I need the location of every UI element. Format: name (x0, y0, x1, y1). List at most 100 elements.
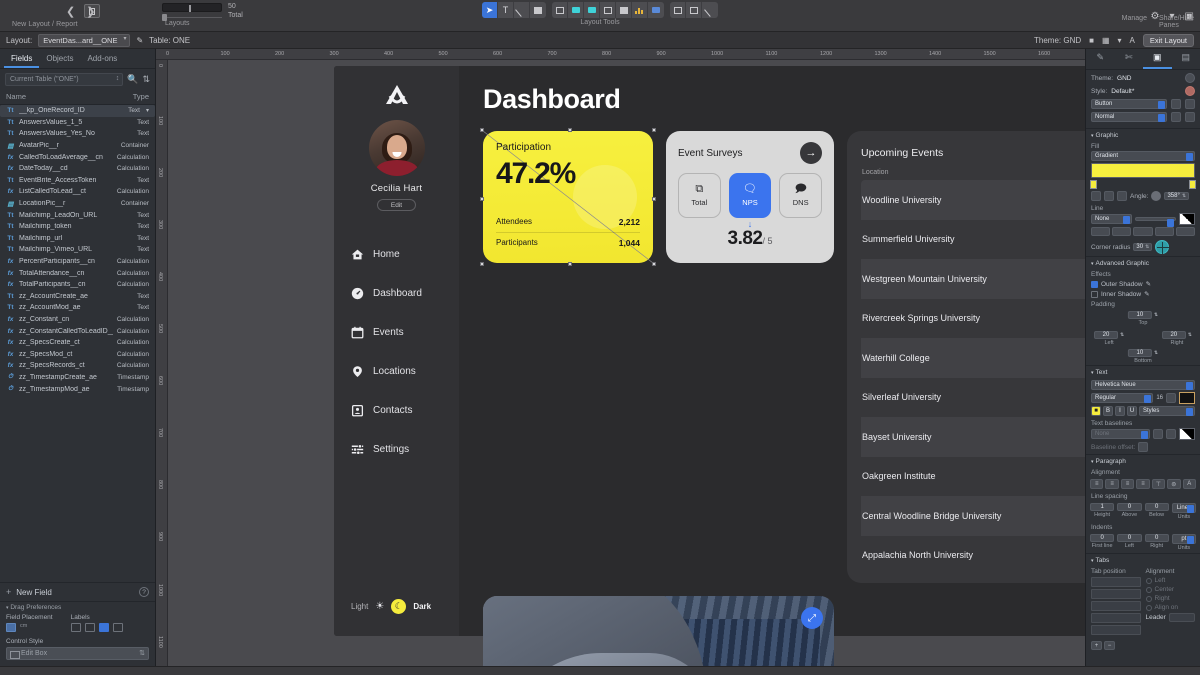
gradient-reverse-icon[interactable] (1117, 191, 1127, 201)
field-row[interactable]: fx TotalAttendance__cn Calculation (0, 267, 155, 279)
new-field-button[interactable]: + New Field ? (0, 583, 155, 601)
tabs-section-title[interactable]: ▾ Tabs (1086, 553, 1200, 566)
grid-chevron-icon[interactable]: ▾ (1118, 36, 1122, 45)
radio-icon[interactable] (1145, 577, 1152, 584)
line-height-input[interactable]: 1 (1090, 503, 1115, 511)
advanced-graphic-title[interactable]: ▾ Advanced Graphic (1086, 256, 1200, 269)
tab-position-row-1[interactable] (1091, 577, 1141, 587)
field-row[interactable]: fx zz_SpecsRecords_ct Calculation (0, 360, 155, 372)
field-row[interactable]: Tt Mailchimp_LeadOn_URL Text (0, 209, 155, 221)
gradient-stop-end[interactable] (1189, 180, 1196, 189)
field-row[interactable]: fx zz_ConstantCalledToLeadID__ct Calculati… (0, 325, 155, 337)
chart-tool-icon[interactable] (632, 2, 648, 18)
resize-handle-tl[interactable] (480, 128, 484, 132)
corner-radius-stepper[interactable]: 30 ⇅ (1133, 243, 1153, 251)
table-row[interactable]: Appalachia North University04/10 (861, 536, 1085, 576)
popover-tool-icon[interactable] (600, 2, 616, 18)
table-selector-dropdown[interactable]: Current Table ("ONE") (5, 73, 124, 86)
dashboard-nav[interactable]: Home Dashboard Events Locations Contacts Sett… (334, 235, 459, 469)
control-style-dropdown[interactable]: Edit Box (6, 647, 149, 660)
text-tool-icon[interactable]: T (498, 2, 514, 18)
graphic-section-title[interactable]: ▾ Graphic (1086, 128, 1200, 141)
font-size-value[interactable]: 16 (1156, 395, 1163, 401)
text-highlight-icon[interactable]: ■ (1091, 406, 1101, 416)
font-family-dropdown[interactable]: Helvetica Neue (1091, 380, 1195, 390)
line-style-dashed-icon[interactable] (1112, 227, 1132, 236)
object-state-dropdown[interactable]: Normal (1091, 112, 1167, 122)
format-painter-icon[interactable] (702, 2, 718, 18)
state2-next-icon[interactable] (1185, 112, 1195, 122)
line-width-dropdown[interactable] (1135, 217, 1176, 227)
events-feed-card[interactable]: ⤢ ← → Events Feed 4/12 (483, 596, 834, 666)
grid-toggle-icon[interactable]: ▦ (1102, 36, 1110, 45)
baseline-step-icon[interactable] (1166, 429, 1176, 439)
gradient-stops[interactable] (1090, 180, 1196, 189)
field-row[interactable]: Tt AnswersValues_Yes_No Text (0, 128, 155, 140)
field-row[interactable]: Tt zz_AccountCreate_ae Text (0, 291, 155, 303)
tab-styles[interactable]: ✄ (1115, 49, 1144, 69)
exit-layout-button[interactable]: Exit Layout (1142, 33, 1194, 47)
field-row[interactable]: Tt EventBrite_AccessToken Text (0, 175, 155, 187)
table-row[interactable]: Bayset University03/04 (861, 417, 1085, 457)
field-row[interactable]: fx CalledToLoadAverage__cn Calculation (0, 151, 155, 163)
outer-shadow-checkbox[interactable] (1091, 280, 1098, 288)
button-bar-tool-icon[interactable] (584, 2, 600, 18)
radio-icon[interactable] (1145, 604, 1152, 611)
field-row[interactable]: Tt __kp_OneRecord_ID Text ▾ (0, 105, 155, 117)
sidebar-item-contacts[interactable]: Contacts (351, 391, 459, 430)
theme-reset-icon[interactable] (1185, 73, 1195, 83)
padding-right-input[interactable]: 20 (1161, 331, 1186, 339)
label-none-icon[interactable] (70, 623, 81, 632)
gradient-stop-start[interactable] (1090, 180, 1097, 189)
expand-icon[interactable]: ⤢ (801, 607, 823, 629)
field-row[interactable]: fx zz_SpecsCreate_ct Calculation (0, 337, 155, 349)
tab-align-option[interactable]: Right (1145, 595, 1196, 602)
edit-profile-button[interactable]: Edit (376, 199, 417, 211)
field-row[interactable]: Tt AnswersValues_1_5 Text (0, 117, 155, 129)
baseline-width-icon[interactable] (1153, 429, 1163, 439)
inner-shadow-edit-icon[interactable]: ✎ (1144, 290, 1149, 298)
field-row[interactable]: Tt Mailchimp_url Text (0, 233, 155, 245)
align-center-icon[interactable]: ≡ (1105, 479, 1119, 489)
field-row[interactable]: fx zz_SpecsMod_ct Calculation (0, 348, 155, 360)
field-row[interactable]: fx TotalParticipants__cn Calculation (0, 279, 155, 291)
align-justify-icon[interactable]: ≡ (1136, 479, 1150, 489)
fill-type-dropdown[interactable]: Gradient (1091, 151, 1195, 161)
radio-icon[interactable] (1145, 595, 1152, 602)
tab-alignment-options[interactable]: Left Center Right Align on (1145, 577, 1196, 611)
sidebar-item-events[interactable]: Events (351, 313, 459, 352)
table-row[interactable]: Central Woodline Bridge University04/20 (861, 496, 1085, 536)
line-type-dropdown[interactable]: None (1091, 214, 1132, 224)
baseline-type-dropdown[interactable]: None (1091, 429, 1150, 439)
line-color-swatch[interactable] (1179, 213, 1195, 225)
object-type-dropdown[interactable]: Button (1091, 99, 1167, 109)
part-setup-icon[interactable] (686, 2, 702, 18)
field-row[interactable]: Tt Mailchimp_Vimeo_URL Text (0, 244, 155, 256)
state2-prev-icon[interactable] (1171, 112, 1181, 122)
text-direction-icon[interactable]: A (1182, 479, 1196, 489)
table-row[interactable]: Rivercreek Springs University03/01 (861, 299, 1085, 339)
line-cap-icon[interactable] (1175, 227, 1196, 236)
field-row[interactable]: fx DateToday__cd Calculation (0, 163, 155, 175)
underline-icon[interactable]: U (1127, 406, 1137, 416)
style-swatch-icon[interactable] (1185, 86, 1195, 96)
padding-top-input[interactable]: 10 (1127, 311, 1152, 319)
line-units-dropdown[interactable]: Lines (1171, 503, 1196, 513)
tab-position-row-5[interactable] (1091, 625, 1141, 635)
gradient-preview[interactable] (1091, 163, 1195, 178)
table-row[interactable]: Oakgreen Institute04/03 (861, 457, 1085, 497)
tab-data[interactable]: ▤ (1172, 49, 1200, 69)
baseline-offset-input[interactable] (1138, 442, 1149, 452)
resize-handle-bl[interactable] (480, 262, 484, 266)
surveys-tabs[interactable]: ⧉ Total 🗨 NPS 🗩 DNS (678, 173, 823, 218)
tab-objects[interactable]: Objects (39, 52, 80, 68)
upcoming-events-list[interactable]: Woodline University01/25Summerfield Univ… (861, 180, 1085, 575)
help-icon[interactable]: ? (139, 587, 149, 597)
surveys-arrow-icon[interactable]: → (800, 142, 822, 164)
field-type-chevron-icon[interactable]: ▾ (146, 107, 149, 114)
padding-left-input[interactable]: 20 (1094, 331, 1118, 339)
indent-left-input[interactable]: 0 (1117, 534, 1142, 542)
indent-units-dropdown[interactable]: pt (1171, 534, 1196, 544)
outer-shadow-edit-icon[interactable]: ✎ (1146, 280, 1151, 288)
field-row[interactable]: ⏱ zz_TimestampMod_ae Timestamp (0, 383, 155, 395)
